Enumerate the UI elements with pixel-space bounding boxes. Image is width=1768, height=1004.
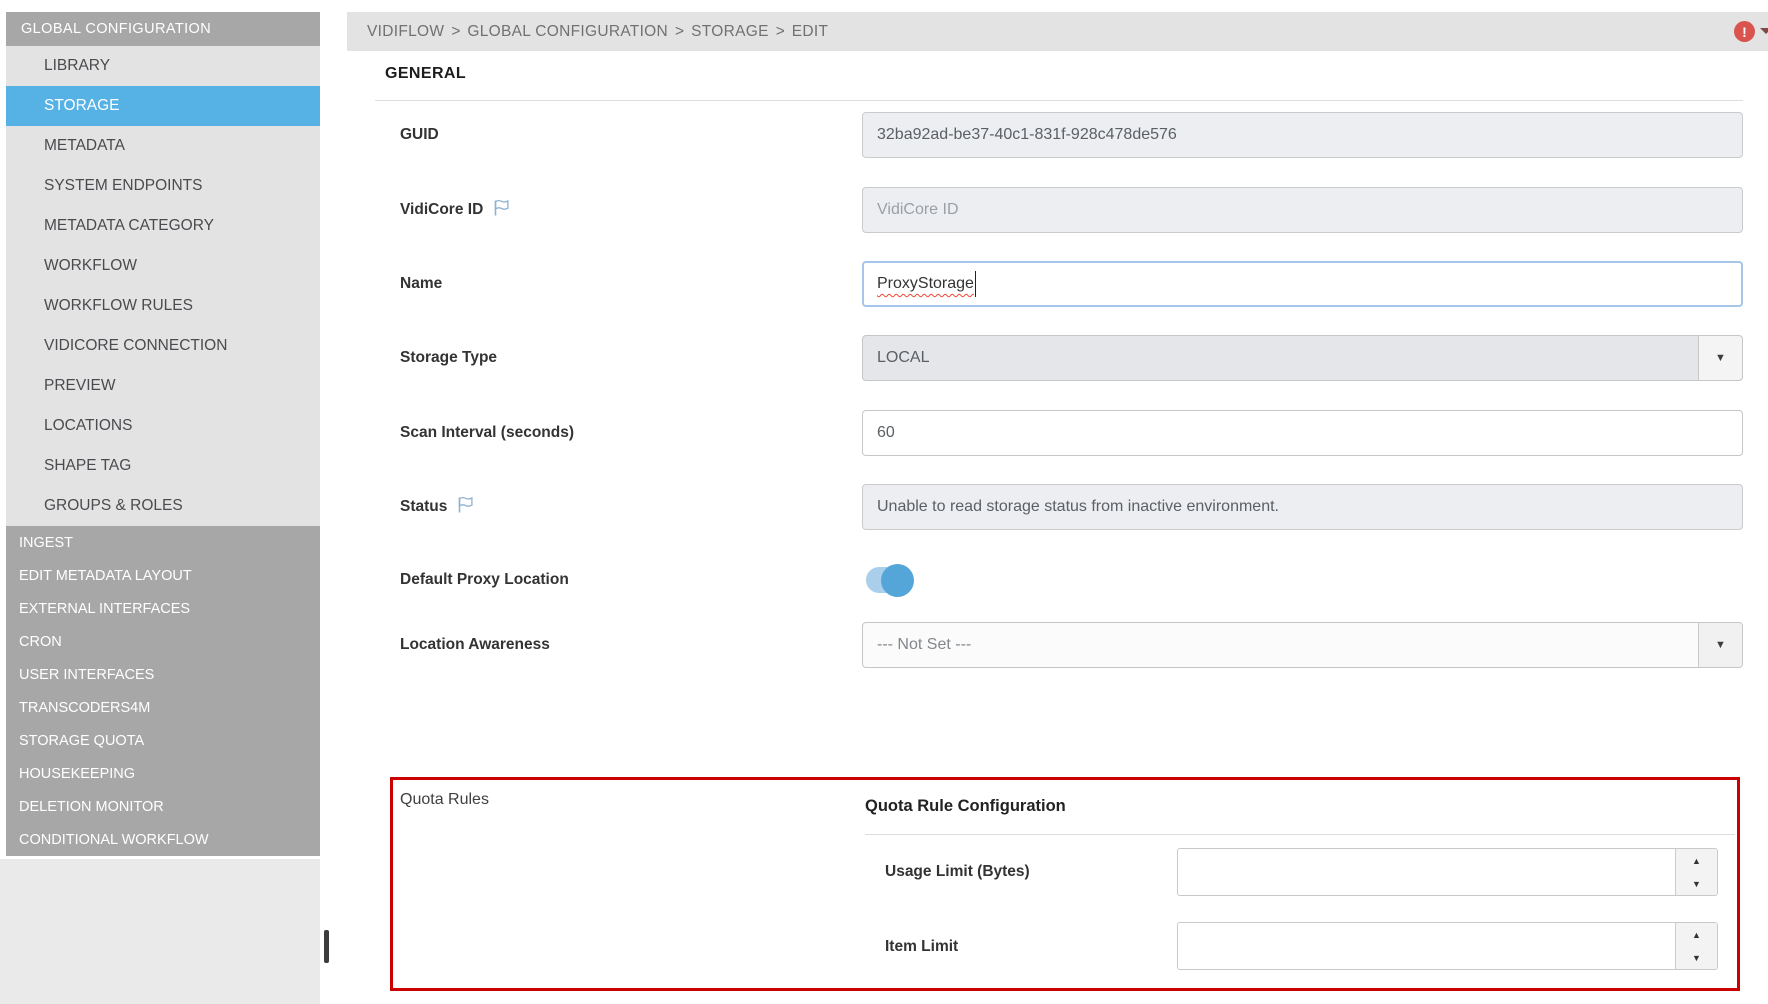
sidebar-item-conditional-workflow[interactable]: CONDITIONAL WORKFLOW bbox=[6, 823, 320, 856]
text-cursor bbox=[975, 271, 976, 297]
scan-interval-label: Scan Interval (seconds) bbox=[400, 422, 574, 444]
sidebar-header-global-configuration[interactable]: GLOBAL CONFIGURATION bbox=[6, 12, 320, 46]
name-field[interactable]: ProxyStorage bbox=[862, 261, 1743, 307]
sidebar-item-preview[interactable]: PREVIEW bbox=[6, 366, 320, 406]
location-awareness-label: Location Awareness bbox=[400, 634, 550, 656]
chevron-down-icon: ▼ bbox=[1715, 352, 1726, 364]
breadcrumb-item-edit[interactable]: EDIT bbox=[792, 23, 829, 41]
section-divider bbox=[375, 100, 1743, 101]
status-field[interactable] bbox=[862, 484, 1743, 530]
sidebar-item-user-interfaces[interactable]: USER INTERFACES bbox=[6, 658, 320, 691]
name-field-value: ProxyStorage bbox=[877, 275, 974, 293]
usage-limit-spinner: ▲ ▼ bbox=[1675, 849, 1717, 895]
location-awareness-select[interactable]: --- Not Set --- ▼ bbox=[862, 622, 1743, 668]
scan-interval-field[interactable] bbox=[862, 410, 1743, 456]
sidebar-item-external-interfaces[interactable]: EXTERNAL INTERFACES bbox=[6, 592, 320, 625]
flag-icon bbox=[492, 199, 511, 224]
sidebar-item-edit-metadata-layout[interactable]: EDIT METADATA LAYOUT bbox=[6, 559, 320, 592]
guid-field[interactable] bbox=[862, 112, 1743, 158]
sidebar-item-cron[interactable]: CRON bbox=[6, 625, 320, 658]
dropdown-button[interactable]: ▼ bbox=[1698, 336, 1742, 380]
sidebar-item-shape-tag[interactable]: SHAPE TAG bbox=[6, 446, 320, 486]
breadcrumb-item-global-configuration[interactable]: GLOBAL CONFIGURATION bbox=[467, 23, 668, 41]
storage-type-value: LOCAL bbox=[877, 349, 929, 367]
default-proxy-location-label: Default Proxy Location bbox=[400, 569, 569, 591]
breadcrumb-item-storage[interactable]: STORAGE bbox=[691, 23, 769, 41]
status-label: Status bbox=[400, 496, 475, 521]
guid-label: GUID bbox=[400, 124, 439, 146]
toggle-knob bbox=[881, 564, 914, 597]
storage-edit-page: GLOBAL CONFIGURATION LIBRARY STORAGE MET… bbox=[0, 0, 1768, 1004]
breadcrumb: VIDIFLOW > GLOBAL CONFIGURATION > STORAG… bbox=[347, 12, 1768, 51]
sidebar-item-housekeeping[interactable]: HOUSEKEEPING bbox=[6, 757, 320, 790]
vidicore-id-label-text: VidiCore ID bbox=[400, 201, 483, 218]
usage-limit-label: Usage Limit (Bytes) bbox=[885, 861, 1030, 883]
vidicore-id-label: VidiCore ID bbox=[400, 199, 511, 224]
flag-icon bbox=[456, 496, 475, 521]
location-awareness-value: --- Not Set --- bbox=[877, 636, 971, 654]
status-label-text: Status bbox=[400, 498, 447, 515]
chevron-down-icon[interactable] bbox=[1760, 28, 1768, 34]
breadcrumb-separator: > bbox=[675, 23, 684, 41]
sidebar-item-groups-roles[interactable]: GROUPS & ROLES bbox=[6, 486, 320, 526]
sidebar: GLOBAL CONFIGURATION LIBRARY STORAGE MET… bbox=[6, 12, 320, 856]
quota-title-divider bbox=[865, 834, 1735, 835]
sidebar-item-ingest[interactable]: INGEST bbox=[6, 526, 320, 559]
usage-limit-field[interactable] bbox=[1177, 848, 1718, 896]
item-limit-spinner: ▲ ▼ bbox=[1675, 923, 1717, 969]
usage-limit-field-wrap: ▲ ▼ bbox=[1177, 848, 1718, 896]
sidebar-item-locations[interactable]: LOCATIONS bbox=[6, 406, 320, 446]
sidebar-item-storage[interactable]: STORAGE bbox=[6, 86, 320, 126]
error-notification-icon[interactable]: ! bbox=[1734, 21, 1755, 42]
sidebar-item-storage-quota[interactable]: STORAGE QUOTA bbox=[6, 724, 320, 757]
quota-rules-label: Quota Rules bbox=[400, 789, 489, 811]
storage-type-select[interactable]: LOCAL ▼ bbox=[862, 335, 1743, 381]
sidebar-item-transcoders4m[interactable]: TRANSCODERS4M bbox=[6, 691, 320, 724]
item-limit-field-wrap: ▲ ▼ bbox=[1177, 922, 1718, 970]
sidebar-item-vidicore-connection[interactable]: VIDICORE CONNECTION bbox=[6, 326, 320, 366]
sidebar-item-metadata[interactable]: METADATA bbox=[6, 126, 320, 166]
spinner-up-icon[interactable]: ▲ bbox=[1676, 849, 1717, 872]
name-label: Name bbox=[400, 273, 442, 295]
dropdown-button[interactable]: ▼ bbox=[1698, 623, 1742, 667]
vidicore-id-field[interactable] bbox=[862, 187, 1743, 233]
breadcrumb-item-vidiflow[interactable]: VIDIFLOW bbox=[367, 23, 444, 41]
spinner-down-icon[interactable]: ▼ bbox=[1676, 872, 1717, 895]
sidebar-scrollbar-thumb[interactable] bbox=[324, 930, 329, 963]
sidebar-item-library[interactable]: LIBRARY bbox=[6, 46, 320, 86]
default-proxy-location-toggle[interactable] bbox=[866, 567, 912, 593]
item-limit-label: Item Limit bbox=[885, 936, 958, 958]
spinner-down-icon[interactable]: ▼ bbox=[1676, 946, 1717, 969]
sidebar-item-system-endpoints[interactable]: SYSTEM ENDPOINTS bbox=[6, 166, 320, 206]
sidebar-item-deletion-monitor[interactable]: DELETION MONITOR bbox=[6, 790, 320, 823]
breadcrumb-separator: > bbox=[776, 23, 785, 41]
chevron-down-icon: ▼ bbox=[1715, 639, 1726, 651]
breadcrumb-separator: > bbox=[451, 23, 460, 41]
sidebar-item-workflow-rules[interactable]: WORKFLOW RULES bbox=[6, 286, 320, 326]
storage-type-label: Storage Type bbox=[400, 347, 497, 369]
section-title-general: GENERAL bbox=[385, 65, 466, 83]
item-limit-field[interactable] bbox=[1177, 922, 1718, 970]
sidebar-item-metadata-category[interactable]: METADATA CATEGORY bbox=[6, 206, 320, 246]
sidebar-filler bbox=[0, 859, 320, 1004]
quota-rule-configuration-title: Quota Rule Configuration bbox=[865, 797, 1066, 816]
sidebar-item-workflow[interactable]: WORKFLOW bbox=[6, 246, 320, 286]
spinner-up-icon[interactable]: ▲ bbox=[1676, 923, 1717, 946]
